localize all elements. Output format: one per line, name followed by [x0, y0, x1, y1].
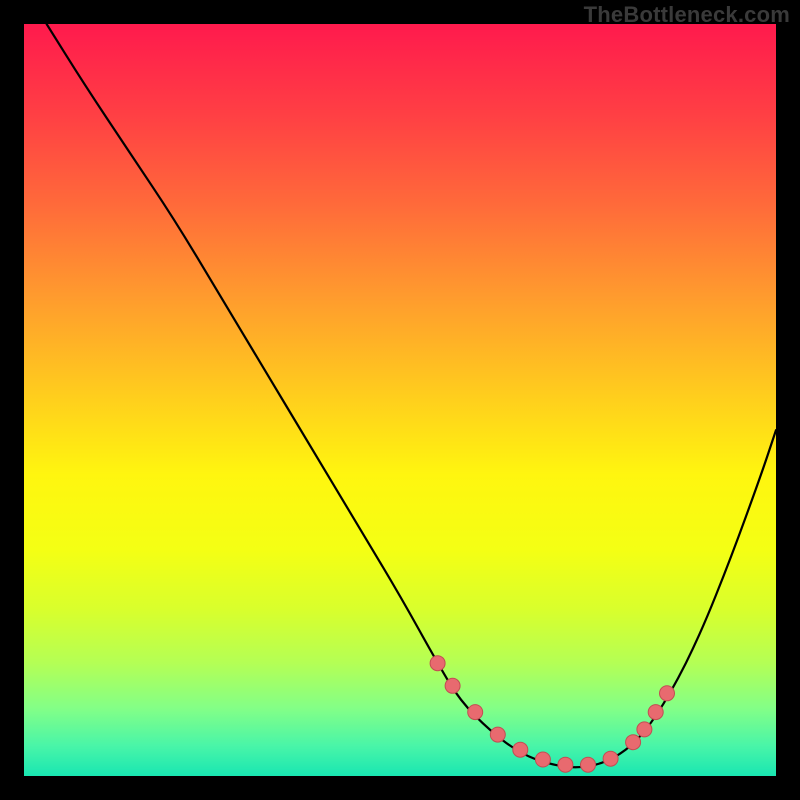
marker-dot — [490, 727, 505, 742]
bottleneck-curve — [47, 24, 776, 767]
marker-dot — [468, 705, 483, 720]
marker-dot — [558, 757, 573, 772]
marker-dot — [430, 656, 445, 671]
marker-dot — [626, 735, 641, 750]
marker-dot — [513, 742, 528, 757]
marker-dot — [648, 705, 663, 720]
marker-dot — [660, 686, 675, 701]
marker-dot — [535, 752, 550, 767]
marker-dot — [581, 757, 596, 772]
chart-svg — [24, 24, 776, 776]
marker-dots — [430, 656, 674, 773]
marker-dot — [445, 678, 460, 693]
marker-dot — [637, 722, 652, 737]
watermark-text: TheBottleneck.com — [584, 2, 790, 28]
marker-dot — [603, 751, 618, 766]
